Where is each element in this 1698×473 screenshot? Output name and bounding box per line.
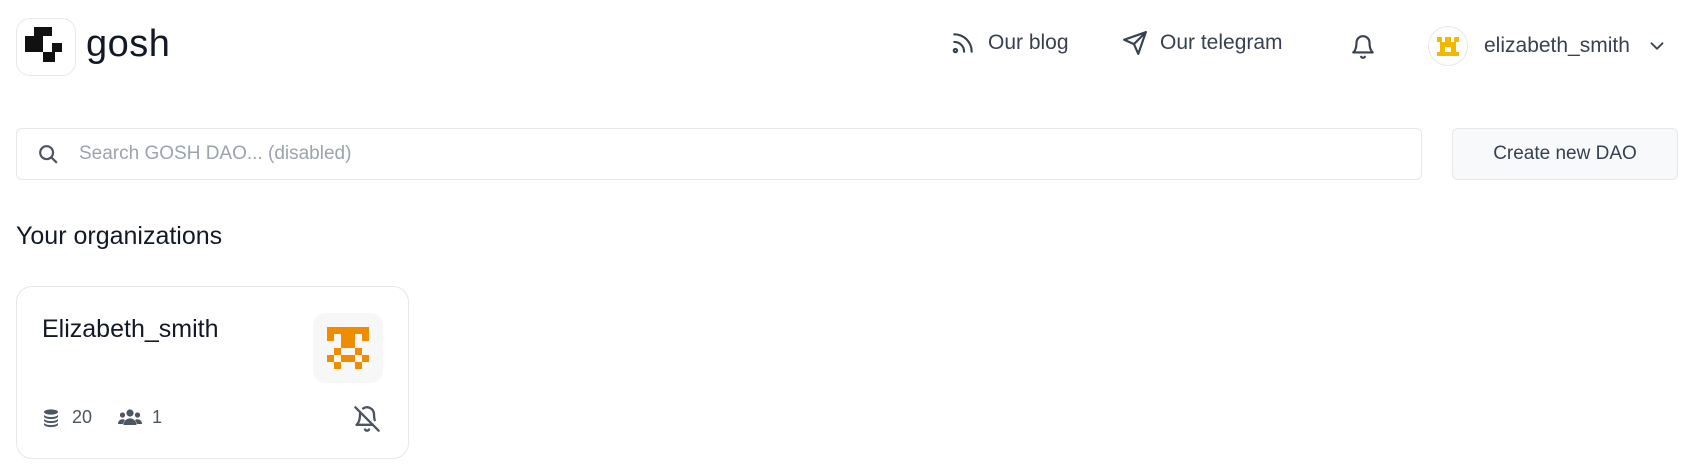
notifications-button[interactable] — [1350, 33, 1376, 66]
organization-card[interactable]: Elizabeth_smith 20 1 — [16, 286, 409, 459]
bell-icon — [1352, 35, 1374, 59]
organization-stats: 20 1 — [42, 407, 162, 428]
coins-icon — [44, 408, 58, 427]
users-icon — [118, 408, 143, 425]
user-name: elizabeth_smith — [1484, 34, 1630, 57]
paper-plane-icon — [1123, 31, 1147, 55]
members-value: 1 — [152, 407, 163, 427]
nav-blog-link[interactable]: Our blog — [950, 30, 1069, 56]
create-dao-button[interactable]: Create new DAO — [1452, 128, 1678, 180]
blog-icon — [952, 33, 973, 54]
nav-blog-label: Our blog — [988, 31, 1069, 54]
user-menu[interactable]: elizabeth_smith — [1428, 26, 1668, 66]
organization-avatar — [313, 313, 383, 383]
search-bar — [16, 128, 1422, 180]
top-header: gosh Our blog Our telegram elizabeth_smi… — [0, 0, 1698, 96]
avatar — [1428, 26, 1468, 66]
logo-text: gosh — [86, 23, 171, 65]
bell-slash-icon — [354, 406, 380, 432]
section-title: Your organizations — [16, 222, 223, 250]
gosh-logo[interactable]: gosh — [16, 18, 170, 76]
organization-name: Elizabeth_smith — [42, 315, 219, 343]
members-count: 1 — [118, 407, 162, 428]
nav-telegram-link[interactable]: Our telegram — [1122, 30, 1283, 56]
nav-telegram-label: Our telegram — [1160, 31, 1283, 54]
repositories-count: 20 — [42, 407, 92, 428]
search-icon — [37, 143, 59, 165]
repositories-value: 20 — [72, 407, 93, 427]
gosh-logo-icon — [16, 18, 76, 76]
chevron-down-icon — [1650, 42, 1664, 50]
mute-notifications-button[interactable] — [353, 405, 381, 438]
search-input[interactable] — [77, 142, 1377, 166]
